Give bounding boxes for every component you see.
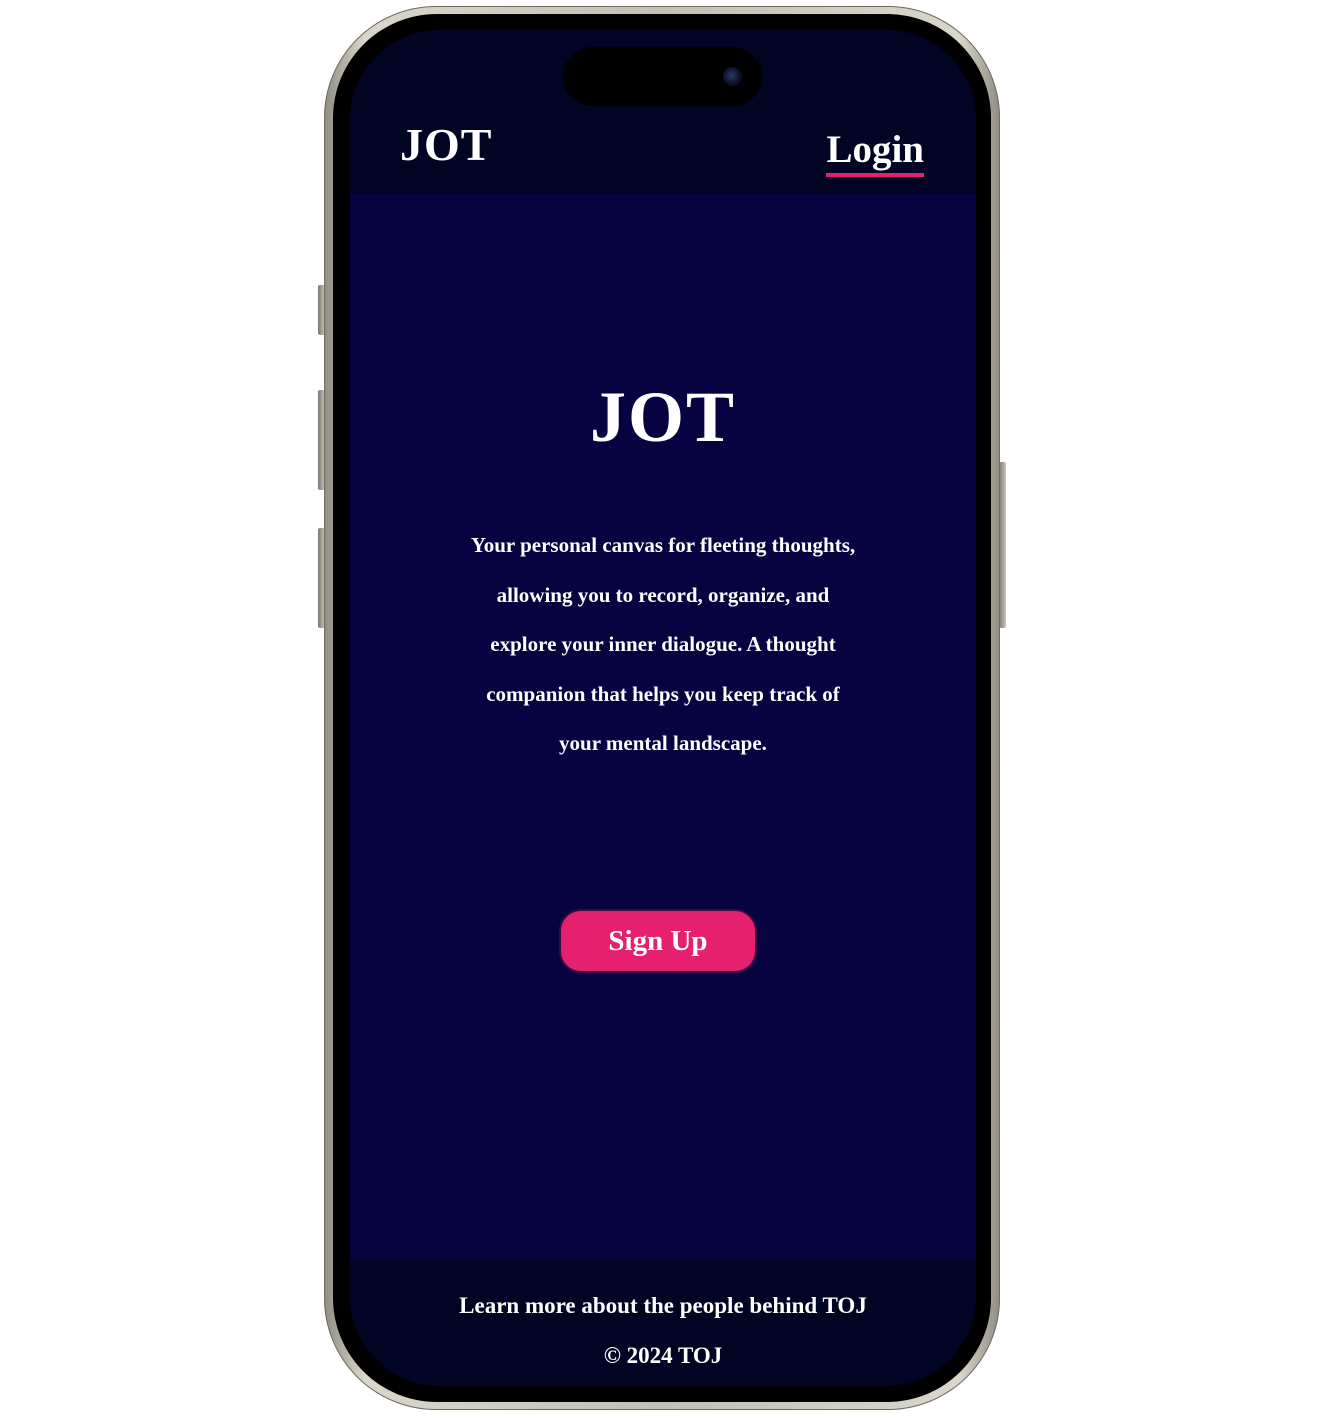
login-link[interactable]: Login (826, 130, 924, 177)
power-button (999, 462, 1006, 628)
footer: Learn more about the people behind TOJ ©… (350, 1260, 976, 1386)
copyright-text: © 2024 TOJ (603, 1343, 723, 1368)
hero-description: Your personal canvas for fleeting though… (470, 533, 856, 755)
phone-screen: JOT Login JOT Your personal canvas for f… (350, 30, 976, 1386)
sign-up-button[interactable]: Sign Up (559, 909, 757, 973)
brand-logo[interactable]: JOT (400, 122, 492, 168)
dynamic-island (563, 47, 762, 106)
camera-icon (723, 67, 742, 86)
about-link[interactable]: Learn more about the people behind TOJ (350, 1292, 976, 1320)
hero-section: JOT Your personal canvas for fleeting th… (350, 194, 976, 1260)
device-mockup: JOT Login JOT Your personal canvas for f… (0, 0, 1328, 1420)
hero-title: JOT (589, 377, 737, 457)
